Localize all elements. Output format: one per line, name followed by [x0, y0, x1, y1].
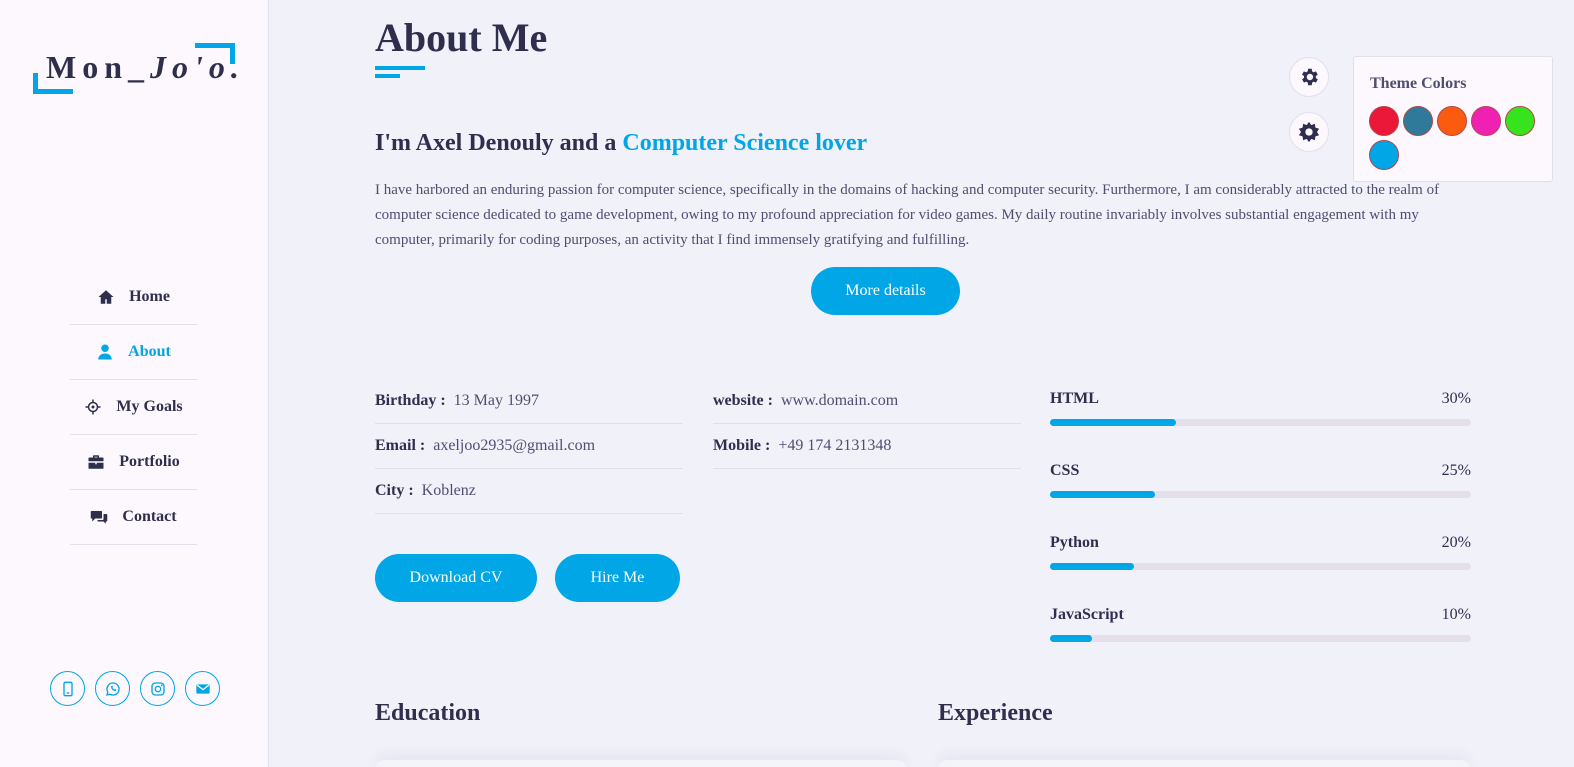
user-icon: [98, 344, 112, 360]
skill-progress-track: [1050, 635, 1471, 642]
title-underline: [375, 66, 425, 70]
logo-text-part1: Mon_: [46, 49, 150, 85]
skill-name: HTML: [1050, 390, 1099, 407]
info-label: Mobile :: [713, 437, 771, 454]
day-night-toggle[interactable]: [1289, 112, 1329, 152]
instagram-icon: [150, 681, 165, 696]
color-swatch-blue[interactable]: [1369, 140, 1399, 170]
target-icon: [85, 399, 101, 415]
skill-progress-fill: [1050, 563, 1135, 570]
more-details-button[interactable]: More details: [811, 267, 960, 315]
home-icon: [98, 290, 114, 304]
sun-icon: [1298, 121, 1320, 143]
info-value: Koblenz: [421, 482, 476, 499]
skill-python: Python 20%: [1050, 532, 1471, 604]
color-swatches: [1369, 106, 1544, 170]
nav-item-label: Home: [129, 288, 170, 305]
nav-item-label: About: [128, 343, 171, 360]
logo-text: Mon_Jo'o.: [46, 49, 245, 86]
info-label: website :: [713, 392, 773, 409]
intro-highlight: Computer Science lover: [622, 130, 868, 156]
color-swatch-red[interactable]: [1369, 106, 1399, 136]
experience-timeline-card: [938, 760, 1470, 767]
intro-prefix: I'm Axel Denouly and a: [375, 130, 623, 156]
chat-icon: [91, 511, 108, 524]
skill-javascript: JavaScript 10%: [1050, 604, 1471, 676]
gear-icon: [1302, 68, 1318, 86]
whatsapp-icon: [105, 681, 120, 696]
theme-colors-panel: Theme Colors: [1353, 56, 1553, 182]
mail-link[interactable]: [185, 671, 220, 706]
whatsapp-link[interactable]: [95, 671, 130, 706]
hire-me-button[interactable]: Hire Me: [555, 554, 680, 602]
info-label: Birthday :: [375, 392, 446, 409]
instagram-link[interactable]: [140, 671, 175, 706]
logo[interactable]: Mon_Jo'o.: [33, 43, 239, 95]
nav-item-label: Portfolio: [119, 453, 180, 470]
phone-link[interactable]: [50, 671, 85, 706]
nav-item-contact[interactable]: Contact: [70, 490, 197, 545]
nav-menu: Home About My Goals Portfolio Contact: [70, 270, 197, 545]
skill-progress-track: [1050, 563, 1471, 570]
skill-progress-track: [1050, 491, 1471, 498]
sidebar: Mon_Jo'o. Home About My Goals Portfolio …: [0, 0, 269, 767]
info-value: axeljoo2935@gmail.com: [433, 437, 596, 454]
phone-icon: [62, 681, 73, 696]
info-email: Email : axeljoo2935@gmail.com: [375, 424, 683, 469]
skill-percent: 25%: [1441, 462, 1471, 479]
skill-name: JavaScript: [1050, 606, 1124, 623]
skill-percent: 10%: [1441, 606, 1471, 623]
info-birthday: Birthday : 13 May 1997: [375, 379, 683, 424]
style-switcher-toggle[interactable]: [1289, 57, 1329, 97]
skill-html: HTML 30%: [1050, 388, 1471, 460]
social-links: [50, 671, 220, 706]
skill-progress-fill: [1050, 635, 1093, 642]
nav-item-about[interactable]: About: [70, 325, 197, 380]
skill-css: CSS 25%: [1050, 460, 1471, 532]
skills-list: HTML 30% CSS 25% Python 20% JavaScript 1…: [1050, 388, 1471, 676]
personal-info-left: Birthday : 13 May 1997 Email : axeljoo2935…: [375, 379, 683, 514]
skill-name: Python: [1050, 534, 1099, 551]
title-underline-short: [375, 74, 400, 78]
skill-progress-fill: [1050, 491, 1156, 498]
education-timeline-card: [375, 760, 907, 767]
info-website: website : www.domain.com: [713, 379, 1021, 424]
personal-info-right: website : www.domain.com Mobile : +49 174 …: [713, 379, 1021, 469]
download-cv-button[interactable]: Download CV: [375, 554, 537, 602]
education-heading: Education: [375, 700, 481, 726]
color-swatch-teal[interactable]: [1403, 106, 1433, 136]
color-swatch-orange[interactable]: [1437, 106, 1467, 136]
info-value: www.domain.com: [780, 392, 899, 409]
info-value: 13 May 1997: [453, 392, 539, 409]
theme-colors-title: Theme Colors: [1370, 75, 1467, 92]
info-label: Email :: [375, 437, 426, 454]
color-swatch-green[interactable]: [1505, 106, 1535, 136]
skill-progress-track: [1050, 419, 1471, 426]
mail-icon: [195, 683, 210, 694]
page-title: About Me: [375, 15, 548, 60]
experience-heading: Experience: [938, 700, 1053, 726]
info-mobile: Mobile : +49 174 2131348: [713, 424, 1021, 469]
skill-percent: 20%: [1441, 534, 1471, 551]
nav-item-portfolio[interactable]: Portfolio: [70, 435, 197, 490]
skill-progress-fill: [1050, 419, 1177, 426]
nav-item-label: Contact: [122, 508, 177, 525]
briefcase-icon: [88, 455, 104, 469]
intro-heading: I'm Axel Denouly and a Computer Science …: [375, 130, 867, 157]
color-swatch-pink[interactable]: [1471, 106, 1501, 136]
nav-item-my-goals[interactable]: My Goals: [70, 380, 197, 435]
logo-text-part2: Jo'o.: [150, 49, 245, 85]
info-city: City : Koblenz: [375, 469, 683, 514]
skill-name: CSS: [1050, 462, 1080, 479]
nav-item-label: My Goals: [116, 398, 183, 415]
info-value: +49 174 2131348: [778, 437, 892, 454]
nav-item-home[interactable]: Home: [70, 270, 197, 325]
about-paragraph: I have harbored an enduring passion for …: [375, 182, 1440, 248]
skill-percent: 30%: [1441, 390, 1471, 407]
info-label: City :: [375, 482, 414, 499]
